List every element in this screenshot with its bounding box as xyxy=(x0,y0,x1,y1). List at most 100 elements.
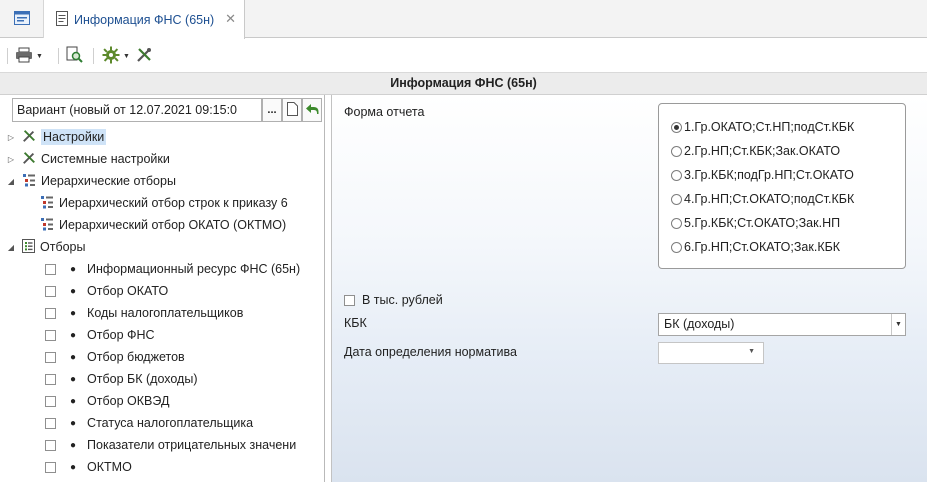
report-form-option-2[interactable]: 2.Гр.НП;Ст.КБК;Зак.ОКАТО xyxy=(671,142,840,160)
tree-item-label: Системные настройки xyxy=(41,152,170,166)
tools-icon xyxy=(136,47,152,66)
kbk-select[interactable]: БК (доходы) ▼ xyxy=(658,313,906,336)
hierarchy-icon xyxy=(22,173,36,190)
radio-button[interactable] xyxy=(671,169,682,181)
new-variant-button[interactable] xyxy=(282,98,302,122)
tab-strip: Информация ФНС (65н) ✕ xyxy=(0,0,927,39)
report-form-label: Форма отчета xyxy=(344,105,425,119)
preview-icon xyxy=(66,46,83,66)
thousands-checkbox-row[interactable]: В тыс. рублей xyxy=(344,293,443,307)
undo-arrow-icon xyxy=(305,103,319,118)
tools-button[interactable] xyxy=(136,46,152,66)
filter-label: Отбор ОКВЭД xyxy=(87,394,170,408)
settings-gear-icon xyxy=(102,46,120,67)
collapse-icon[interactable]: ◢ xyxy=(6,177,16,186)
tree-item-label: Иерархический отбор строк к приказу 6 xyxy=(59,196,288,210)
tree-item-hierarchical-okato-filter[interactable]: Иерархический отбор ОКАТО (ОКТМО) xyxy=(40,214,286,236)
filter-item[interactable]: ● Показатели отрицательных значени xyxy=(45,434,296,456)
filter-label: Информационный ресурс ФНС (65н) xyxy=(87,262,301,276)
thousands-checkbox[interactable] xyxy=(344,294,355,306)
filter-checkbox[interactable] xyxy=(45,263,56,275)
kbk-value: БК (доходы) xyxy=(664,317,735,331)
expand-icon[interactable]: ▷ xyxy=(6,155,16,164)
toolbar-separator xyxy=(58,48,59,64)
radio-button[interactable] xyxy=(671,193,682,205)
chevron-down-icon[interactable]: ▼ xyxy=(36,53,43,60)
norm-date-field[interactable]: ▼ xyxy=(658,342,764,364)
filter-checkbox[interactable] xyxy=(45,285,56,297)
filter-item[interactable]: ● Отбор бюджетов xyxy=(45,346,185,368)
radio-button[interactable] xyxy=(671,217,682,229)
filter-checkbox[interactable] xyxy=(45,329,56,341)
filter-checkbox[interactable] xyxy=(45,461,56,473)
filter-label: Отбор бюджетов xyxy=(87,350,185,364)
filter-label: Показатели отрицательных значени xyxy=(87,438,297,452)
radio-button[interactable] xyxy=(671,241,682,253)
tree-item-label: Настройки xyxy=(41,129,107,145)
filter-item[interactable]: ● Отбор ОКВЭД xyxy=(45,390,169,412)
variant-field[interactable]: Вариант (новый от 12.07.2021 09:15:0 xyxy=(12,98,262,122)
filter-checkbox[interactable] xyxy=(45,439,56,451)
bullet-icon: ● xyxy=(70,285,77,297)
report-form-option-6[interactable]: 6.Гр.НП;Ст.ОКАТО;Зак.КБК xyxy=(671,238,840,256)
report-parameters-panel: Форма отчета 1.Гр.ОКАТО;Ст.НП;подСт.КБК … xyxy=(331,95,927,482)
thousands-label: В тыс. рублей xyxy=(362,293,443,307)
close-icon[interactable]: ✕ xyxy=(225,11,236,27)
filter-label: Отбор ФНС xyxy=(87,328,155,342)
window-icon xyxy=(13,10,30,28)
restore-button[interactable] xyxy=(302,98,322,122)
option-label: 2.Гр.НП;Ст.КБК;Зак.ОКАТО xyxy=(684,144,841,158)
option-label: 3.Гр.КБК;подГр.НП;Ст.ОКАТО xyxy=(684,168,854,182)
bullet-icon: ● xyxy=(70,461,77,473)
report-form-option-5[interactable]: 5.Гр.КБК;Ст.ОКАТО;Зак.НП xyxy=(671,214,840,232)
filter-label: Статуса налогоплательщика xyxy=(87,416,254,430)
filter-label: ОКТМО xyxy=(87,460,132,474)
report-form-radio-group: 1.Гр.ОКАТО;Ст.НП;подСт.КБК 2.Гр.НП;Ст.КБ… xyxy=(658,103,906,269)
bullet-icon: ● xyxy=(70,329,77,341)
home-tab[interactable] xyxy=(0,0,44,38)
radio-button[interactable] xyxy=(671,145,682,157)
tree-item-hierarchical-rows-filter[interactable]: Иерархический отбор строк к приказу 6 xyxy=(40,192,288,214)
tree-item-label: Отборы xyxy=(40,240,86,254)
print-icon xyxy=(15,47,33,66)
bullet-icon: ● xyxy=(70,373,77,385)
tab-fns-info[interactable]: Информация ФНС (65н) ✕ xyxy=(44,0,245,39)
filter-item[interactable]: ● Отбор ФНС xyxy=(45,324,155,346)
filter-checkbox[interactable] xyxy=(45,373,56,385)
chevron-down-icon[interactable]: ▼ xyxy=(748,348,755,355)
tree-item-filters[interactable]: ◢ Отборы xyxy=(6,236,86,258)
filter-checkbox[interactable] xyxy=(45,307,56,319)
expand-icon[interactable]: ▷ xyxy=(6,133,16,142)
filter-item[interactable]: ● Коды налогоплательщиков xyxy=(45,302,243,324)
settings-tree-panel: Вариант (новый от 12.07.2021 09:15:0 ...… xyxy=(0,95,325,482)
report-form-option-4[interactable]: 4.Гр.НП;Ст.ОКАТО;подСт.КБК xyxy=(671,190,854,208)
settings-button[interactable]: ▼ xyxy=(102,46,130,66)
chevron-down-icon[interactable]: ▼ xyxy=(891,314,905,335)
preview-button[interactable] xyxy=(66,46,83,66)
more-button[interactable]: ... xyxy=(262,98,282,122)
tree-item-label: Иерархический отбор ОКАТО (ОКТМО) xyxy=(59,218,287,232)
toolbar-separator xyxy=(93,48,94,64)
filter-item[interactable]: ● Отбор БК (доходы) xyxy=(45,368,197,390)
filter-item[interactable]: ● Статуса налогоплательщика xyxy=(45,412,253,434)
report-form-option-1[interactable]: 1.Гр.ОКАТО;Ст.НП;подСт.КБК xyxy=(671,118,854,136)
filter-item[interactable]: ● ОКТМО xyxy=(45,456,132,478)
tree-item-settings[interactable]: ▷ Настройки xyxy=(6,126,107,148)
filter-checkbox[interactable] xyxy=(45,351,56,363)
bullet-icon: ● xyxy=(70,417,77,429)
chevron-down-icon[interactable]: ▼ xyxy=(123,53,130,60)
print-button[interactable]: ▼ xyxy=(15,46,43,66)
tree-item-label: Иерархические отборы xyxy=(41,174,176,188)
filter-checkbox[interactable] xyxy=(45,395,56,407)
collapse-icon[interactable]: ◢ xyxy=(6,243,16,252)
radio-button[interactable] xyxy=(671,121,682,133)
filter-item[interactable]: ● Отбор ОКАТО xyxy=(45,280,168,302)
tree-item-system-settings[interactable]: ▷ Системные настройки xyxy=(6,148,170,170)
variant-selector: Вариант (новый от 12.07.2021 09:15:0 ... xyxy=(12,98,324,122)
tree-item-hierarchical-filters[interactable]: ◢ Иерархические отборы xyxy=(6,170,176,192)
filter-checkbox[interactable] xyxy=(45,417,56,429)
filter-item[interactable]: ● Информационный ресурс ФНС (65н) xyxy=(45,258,300,280)
report-form-option-3[interactable]: 3.Гр.КБК;подГр.НП;Ст.ОКАТО xyxy=(671,166,854,184)
bullet-icon: ● xyxy=(70,395,77,407)
option-label: 4.Гр.НП;Ст.ОКАТО;подСт.КБК xyxy=(684,192,855,206)
